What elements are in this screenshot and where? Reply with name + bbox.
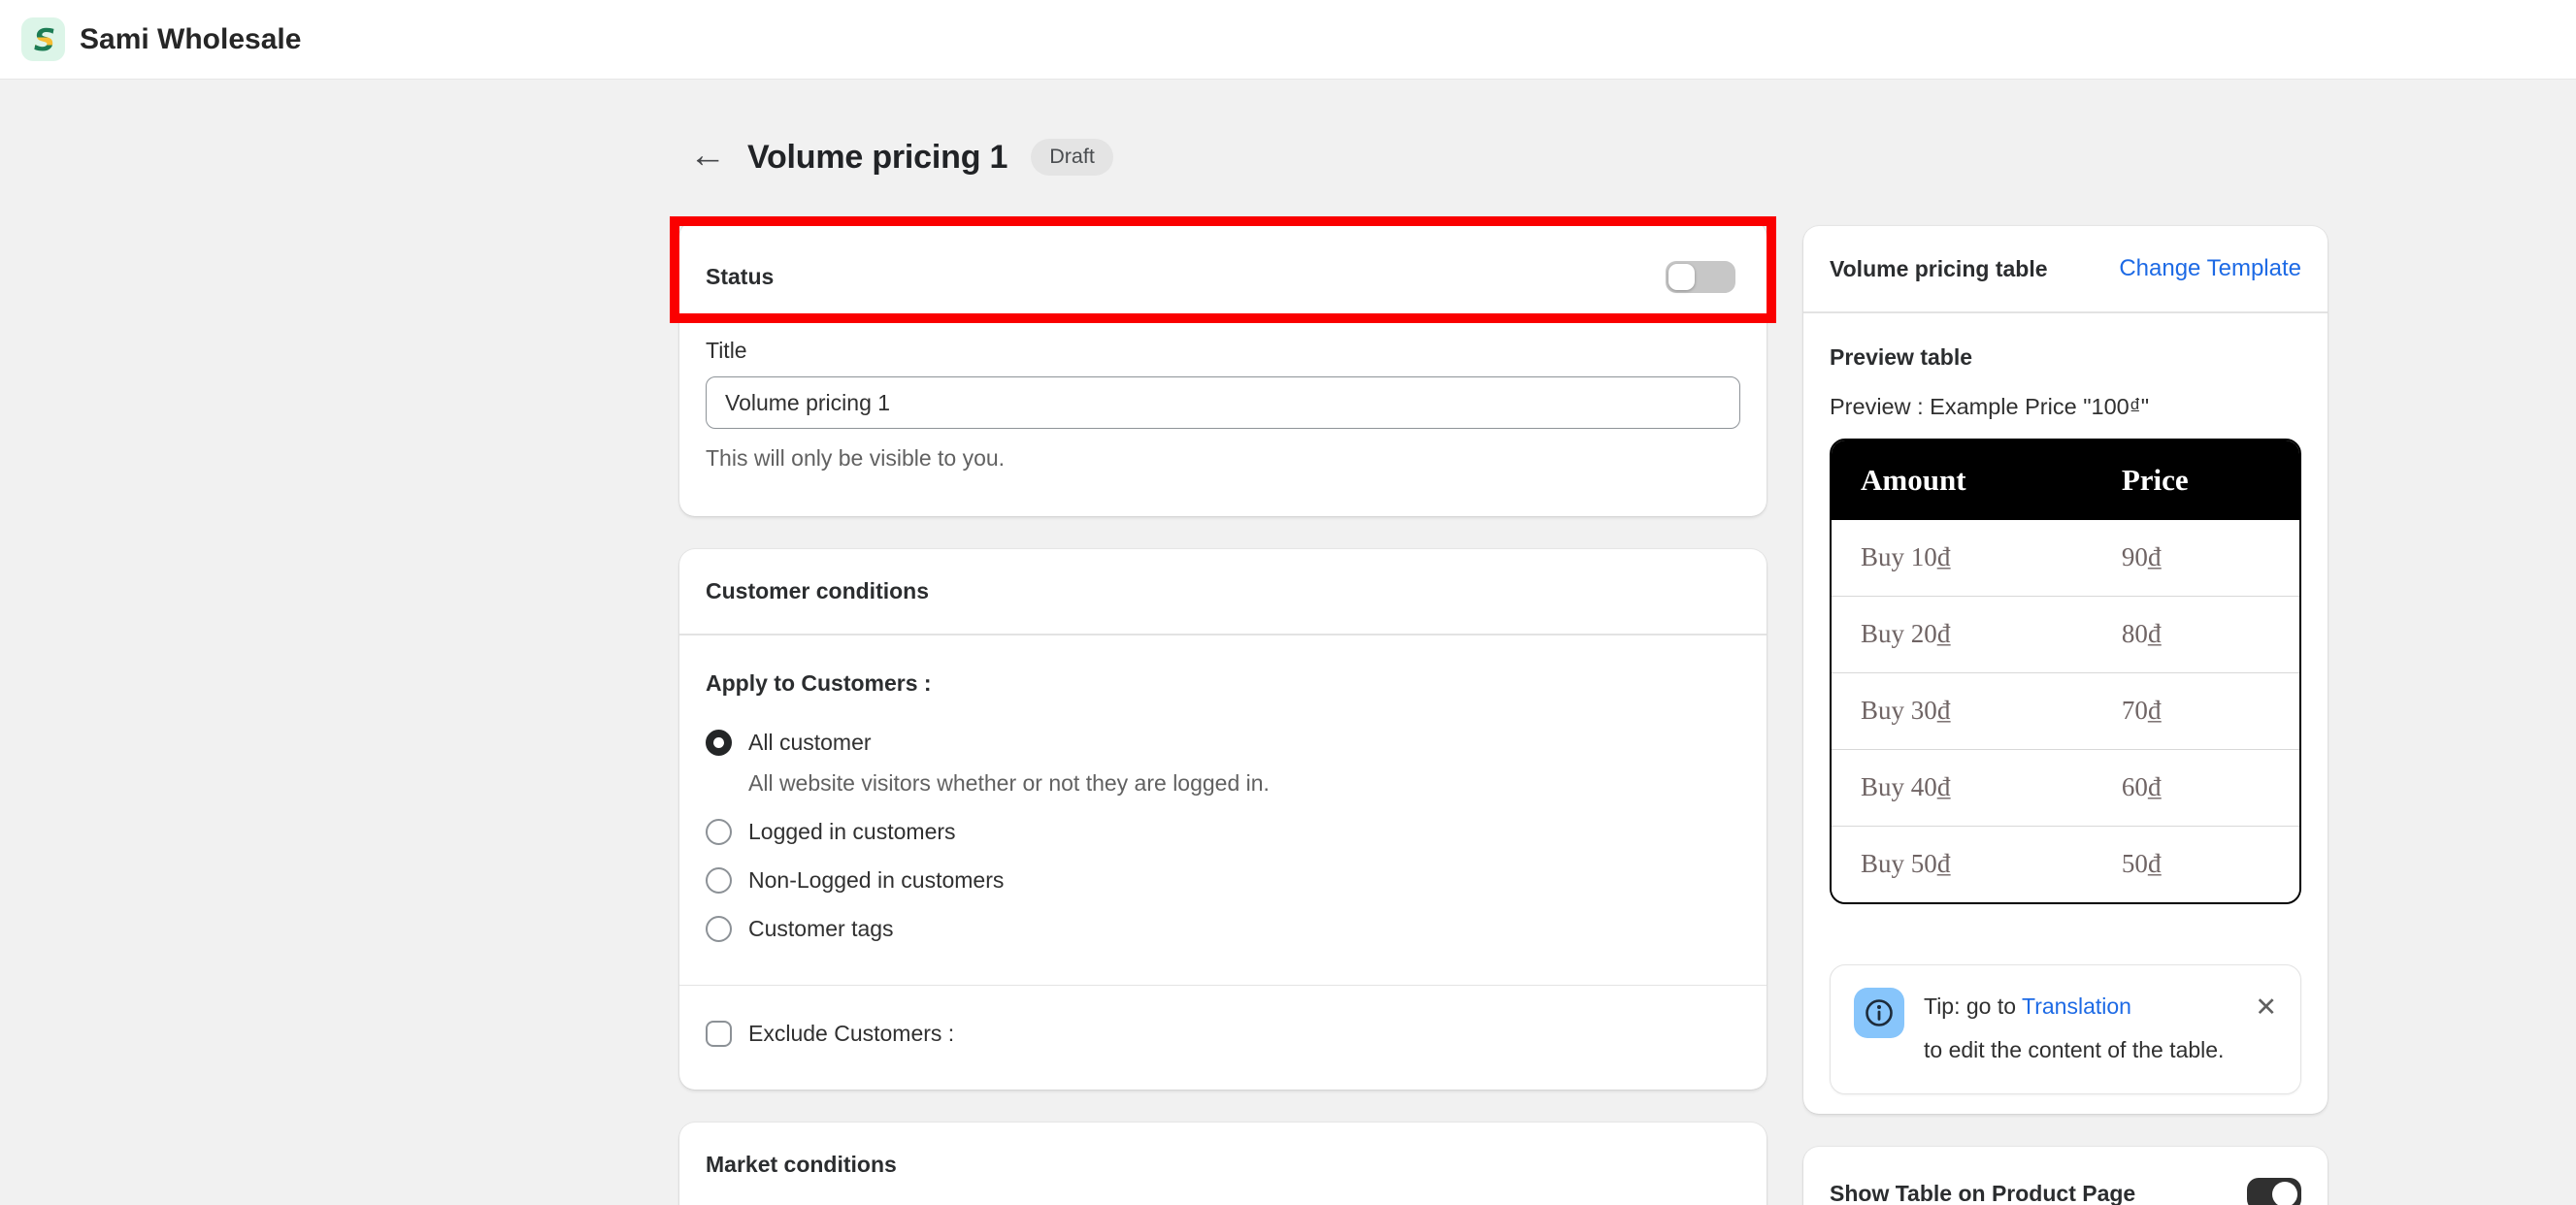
back-button[interactable]: ←: [689, 137, 726, 174]
topbar: S Sami Wholesale: [0, 0, 2576, 80]
show-table-card: Show Table on Product Page: [1803, 1146, 2328, 1205]
price-cell: 80₫: [2121, 595, 2299, 672]
change-template-link[interactable]: Change Template: [2119, 255, 2301, 282]
radio-option-label[interactable]: All customer: [748, 730, 872, 756]
customer-conditions-header: Customer conditions: [679, 549, 1767, 634]
price-cell: 60₫: [2121, 748, 2299, 826]
radio-unselected-icon[interactable]: [706, 915, 732, 942]
amount-cell: Buy 10₫: [1832, 519, 2122, 596]
tip-text: Tip: go to Translation to edit the conte…: [1924, 985, 2224, 1072]
page-root: S Sami Wholesale ← Volume pricing 1 Draf…: [0, 0, 2576, 1205]
pricing-card-title: Volume pricing table: [1830, 255, 2048, 281]
preview-table-title: Preview table: [1830, 343, 1973, 370]
radio-selected-icon[interactable]: [706, 729, 732, 756]
pricing-card-body: Preview table Preview : Example Price "1…: [1803, 313, 2328, 1114]
show-table-toggle[interactable]: [2247, 1177, 2301, 1205]
customer-conditions-body: Apply to Customers : All customer All we…: [679, 635, 1767, 985]
customer-conditions-title: Customer conditions: [706, 578, 930, 603]
market-conditions-card: Market conditions: [679, 1123, 1767, 1205]
amount-cell: Buy 50₫: [1832, 825, 2122, 902]
apply-to-customers-label: Apply to Customers :: [706, 669, 932, 696]
status-label: Status: [706, 263, 775, 289]
main-column: ← Volume pricing 1 Draft Status Title Th…: [670, 137, 1776, 1205]
exclude-customers-label[interactable]: Exclude Customers :: [748, 1021, 954, 1047]
price-cell: 50₫: [2121, 825, 2299, 902]
radio-logged-in-customers[interactable]: Logged in customers: [706, 818, 1740, 845]
table-row: Buy 50₫ 50₫: [1832, 825, 2299, 902]
market-conditions-title: Market conditions: [706, 1152, 897, 1177]
title-input[interactable]: [706, 376, 1740, 429]
price-column-header: Price: [2121, 440, 2299, 520]
aside-column: Volume pricing table Change Template Pre…: [1803, 226, 2328, 1205]
amount-cell: Buy 40₫: [1832, 748, 2122, 826]
title-helper-text: This will only be visible to you.: [706, 445, 1006, 471]
toggle-knob: [2272, 1181, 2297, 1205]
table-header-row: Amount Price: [1832, 440, 2299, 520]
tip-prefix: Tip: go to: [1924, 993, 2023, 1019]
radio-customer-tags[interactable]: Customer tags: [706, 915, 1740, 942]
exclude-customers-checkbox[interactable]: [706, 1021, 732, 1047]
title-block: Title This will only be visible to you.: [679, 301, 1767, 516]
preview-caption: Preview : Example Price "100₫": [1830, 393, 2150, 419]
radio-option-label[interactable]: Customer tags: [748, 916, 894, 942]
amount-column-header: Amount: [1832, 440, 2122, 520]
amount-cell: Buy 20₫: [1832, 595, 2122, 672]
tip-banner: Tip: go to Translation to edit the conte…: [1830, 963, 2301, 1094]
toggle-knob: [1668, 263, 1695, 290]
price-cell: 70₫: [2121, 671, 2299, 749]
table-row: Buy 20₫ 80₫: [1832, 595, 2299, 672]
table-row: Buy 40₫ 60₫: [1832, 748, 2299, 826]
translation-link[interactable]: Translation: [2022, 993, 2131, 1019]
radio-unselected-icon[interactable]: [706, 866, 732, 894]
radio-all-customer[interactable]: All customer: [706, 729, 1740, 756]
app-name: Sami Wholesale: [80, 22, 302, 55]
table-row: Buy 30₫ 70₫: [1832, 671, 2299, 749]
page-header: ← Volume pricing 1 Draft: [679, 137, 1767, 177]
radio-non-logged-in-customers[interactable]: Non-Logged in customers: [706, 866, 1740, 894]
exclude-customers-row[interactable]: Exclude Customers :: [679, 986, 1767, 1090]
radio-option-label[interactable]: Non-Logged in customers: [748, 867, 1004, 894]
app-logo-icon: S: [21, 17, 65, 61]
status-toggle[interactable]: [1666, 260, 1735, 293]
radio-unselected-icon[interactable]: [706, 818, 732, 845]
close-icon[interactable]: ✕: [2255, 985, 2277, 1021]
svg-text:S: S: [33, 23, 54, 57]
market-conditions-header: Market conditions: [679, 1123, 1767, 1205]
pricing-card-header: Volume pricing table Change Template: [1803, 226, 2328, 311]
tip-suffix: to edit the content of the table.: [1924, 1036, 2225, 1062]
draft-status-badge: Draft: [1031, 139, 1113, 176]
page-title: Volume pricing 1: [747, 138, 1008, 176]
volume-pricing-table-card: Volume pricing table Change Template Pre…: [1803, 226, 2328, 1114]
status-title-card: Status Title This will only be visible t…: [670, 216, 1776, 516]
pricing-preview-table: Amount Price Buy 10₫ 90₫ Buy 20₫ 80₫ Buy…: [1830, 438, 2301, 904]
customer-conditions-card: Customer conditions Apply to Customers :…: [679, 549, 1767, 1090]
price-cell: 90₫: [2121, 519, 2299, 596]
table-row: Buy 10₫ 90₫: [1832, 519, 2299, 596]
status-row: Status: [679, 221, 1767, 301]
radio-option-label[interactable]: Logged in customers: [748, 819, 956, 845]
radio-helper-text: All website visitors whether or not they…: [748, 769, 1270, 796]
info-icon: [1854, 987, 1904, 1038]
title-field-label: Title: [706, 338, 747, 363]
show-table-label: Show Table on Product Page: [1830, 1181, 2136, 1205]
amount-cell: Buy 30₫: [1832, 671, 2122, 749]
show-table-row: Show Table on Product Page: [1803, 1147, 2328, 1205]
